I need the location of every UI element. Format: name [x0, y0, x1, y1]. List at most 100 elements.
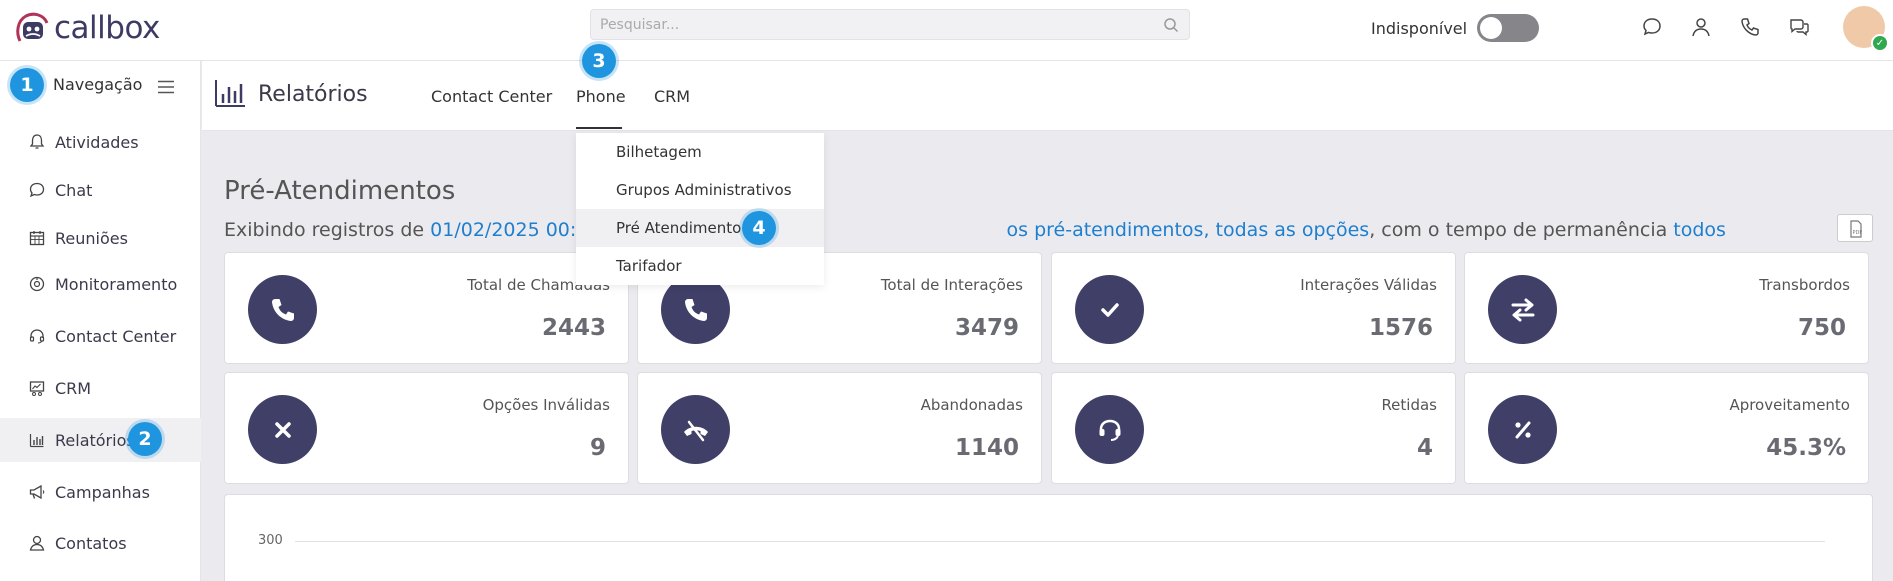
stat-value: 45.3%: [1766, 435, 1846, 461]
step-badge: 1: [10, 68, 44, 102]
search-input[interactable]: [591, 10, 1189, 39]
filter-summary: Exibindo registros de 01/02/2025 00:00 o…: [224, 219, 1726, 241]
phone-reports-dropdown: Bilhetagem Grupos Administrativos Pré At…: [576, 133, 824, 285]
online-check-icon: ✓: [1871, 34, 1889, 52]
sidebar-item-monitoramento[interactable]: Monitoramento: [0, 262, 201, 306]
user-avatar[interactable]: ✓: [1843, 6, 1889, 52]
step-badge: 4: [742, 211, 776, 245]
stat-label: Aproveitamento: [1729, 396, 1850, 414]
phone-icon: [248, 275, 317, 344]
sidebar: Navegação Atividades Chat Reuniões Monit…: [0, 61, 201, 581]
sidebar-title: Navegação: [53, 75, 143, 94]
search-box[interactable]: [590, 9, 1190, 40]
filter-mid-text: , com o tempo de permanência: [1369, 219, 1674, 241]
stat-label: Total de Interações: [880, 276, 1023, 294]
menu-item-grupos-administrativos[interactable]: Grupos Administrativos: [576, 171, 824, 209]
x-icon: [248, 395, 317, 464]
stat-value: 2443: [541, 315, 606, 341]
sidebar-item-crm[interactable]: CRM: [0, 366, 201, 410]
stat-card-total-chamadas: Total de Chamadas 2443: [224, 252, 629, 364]
pdf-icon: PDF: [1850, 220, 1863, 238]
stat-label: Abandonadas: [920, 396, 1023, 414]
filter-prefix: Exibindo registros de: [224, 219, 431, 241]
crm-icon: [29, 381, 45, 396]
tab-contact-center[interactable]: Contact Center: [431, 87, 552, 106]
hangup-icon: [661, 395, 730, 464]
bar-chart-icon: [29, 434, 44, 448]
stat-label: Opções Inválidas: [482, 396, 610, 414]
y-axis-tick: 300: [258, 533, 283, 548]
sidebar-item-reunioes[interactable]: Reuniões: [0, 216, 201, 260]
megaphone-icon: [29, 484, 45, 500]
menu-item-pre-atendimento[interactable]: Pré Atendimento: [576, 209, 824, 247]
options-filter-link[interactable]: todas as opções: [1216, 219, 1370, 241]
sidebar-item-label: Monitoramento: [55, 274, 178, 294]
calendar-icon: [29, 231, 45, 246]
svg-text:PDF: PDF: [1853, 230, 1863, 236]
availability-toggle[interactable]: [1477, 14, 1540, 42]
headset-icon: [29, 329, 45, 344]
sidebar-item-label: Relatórios: [55, 430, 135, 450]
stat-label: Interações Válidas: [1300, 276, 1437, 294]
stat-value: 1140: [954, 435, 1019, 461]
conversations-icon[interactable]: [1788, 16, 1810, 38]
stat-value: 1576: [1368, 315, 1433, 341]
sidebar-item-campanhas[interactable]: Campanhas: [0, 470, 201, 514]
stat-value: 3479: [954, 315, 1019, 341]
stat-label: Retidas: [1381, 396, 1437, 414]
sidebar-item-label: Reuniões: [55, 228, 128, 248]
sidebar-item-label: Contact Center: [55, 326, 177, 346]
app-logo[interactable]: callbox: [14, 10, 160, 46]
headset-icon: [1075, 395, 1144, 464]
sidebar-item-atividades[interactable]: Atividades: [0, 120, 201, 164]
tab-crm[interactable]: CRM: [654, 87, 690, 106]
active-tab-indicator: [576, 127, 622, 129]
chart-panel: 300: [224, 494, 1873, 581]
page-title: Pré-Atendimentos: [224, 176, 456, 206]
toggle-knob: [1480, 17, 1503, 39]
export-pdf-button[interactable]: PDF: [1837, 214, 1873, 242]
page-section-title: Relatórios: [258, 82, 368, 107]
step-badge: 2: [128, 422, 162, 456]
search-icon[interactable]: [1163, 17, 1179, 33]
callbox-logo-icon: [16, 12, 49, 42]
sidebar-item-relatorios[interactable]: Relatórios: [0, 418, 201, 462]
swap-arrows-icon: [1488, 275, 1557, 344]
phone-icon: [661, 275, 730, 344]
filter-separator: ,: [1203, 219, 1216, 241]
stat-card-opcoes-invalidas: Opções Inválidas 9: [224, 372, 629, 484]
sidebar-item-label: Contatos: [55, 533, 127, 553]
reports-bar-chart-icon: [215, 80, 245, 107]
menu-item-bilhetagem[interactable]: Bilhetagem: [576, 133, 824, 171]
user-icon[interactable]: [1690, 16, 1712, 38]
top-bar: callbox Indisponível ✓: [0, 0, 1893, 61]
person-icon: [29, 535, 45, 551]
sidebar-item-label: Campanhas: [55, 482, 150, 502]
stat-label: Transbordos: [1759, 276, 1850, 294]
chat-bubble-icon[interactable]: [1641, 16, 1663, 38]
hamburger-menu-icon[interactable]: [157, 80, 175, 94]
stat-value: 4: [1416, 435, 1433, 461]
stat-card-retidas: Retidas 4: [1051, 372, 1456, 484]
sidebar-item-contact-center[interactable]: Contact Center: [0, 314, 201, 358]
sidebar-item-label: CRM: [55, 378, 92, 398]
records-filter-link[interactable]: os pré-atendimentos: [1007, 219, 1204, 241]
tab-phone[interactable]: Phone: [576, 87, 626, 106]
duration-filter-link[interactable]: todos: [1673, 219, 1726, 241]
app-name: callbox: [54, 10, 160, 46]
stat-value: 750: [1797, 315, 1846, 341]
phone-icon[interactable]: [1739, 16, 1761, 38]
bell-icon: [29, 134, 45, 149]
stat-card-aproveitamento: Aproveitamento 45.3%: [1464, 372, 1869, 484]
chart-gridline: [295, 541, 1825, 542]
stat-card-abandonadas: Abandonadas 1140: [637, 372, 1042, 484]
stat-value: 9: [589, 435, 606, 461]
sidebar-item-contatos[interactable]: Contatos: [0, 521, 201, 565]
sidebar-item-chat[interactable]: Chat: [0, 168, 201, 212]
sidebar-item-label: Atividades: [55, 132, 139, 152]
reports-header: Relatórios Contact Center Phone CRM: [202, 61, 1893, 131]
availability-status: Indisponível: [1371, 14, 1540, 42]
menu-item-tarifador[interactable]: Tarifador: [576, 247, 824, 285]
step-badge: 3: [582, 44, 616, 78]
monitor-icon: [29, 276, 45, 292]
